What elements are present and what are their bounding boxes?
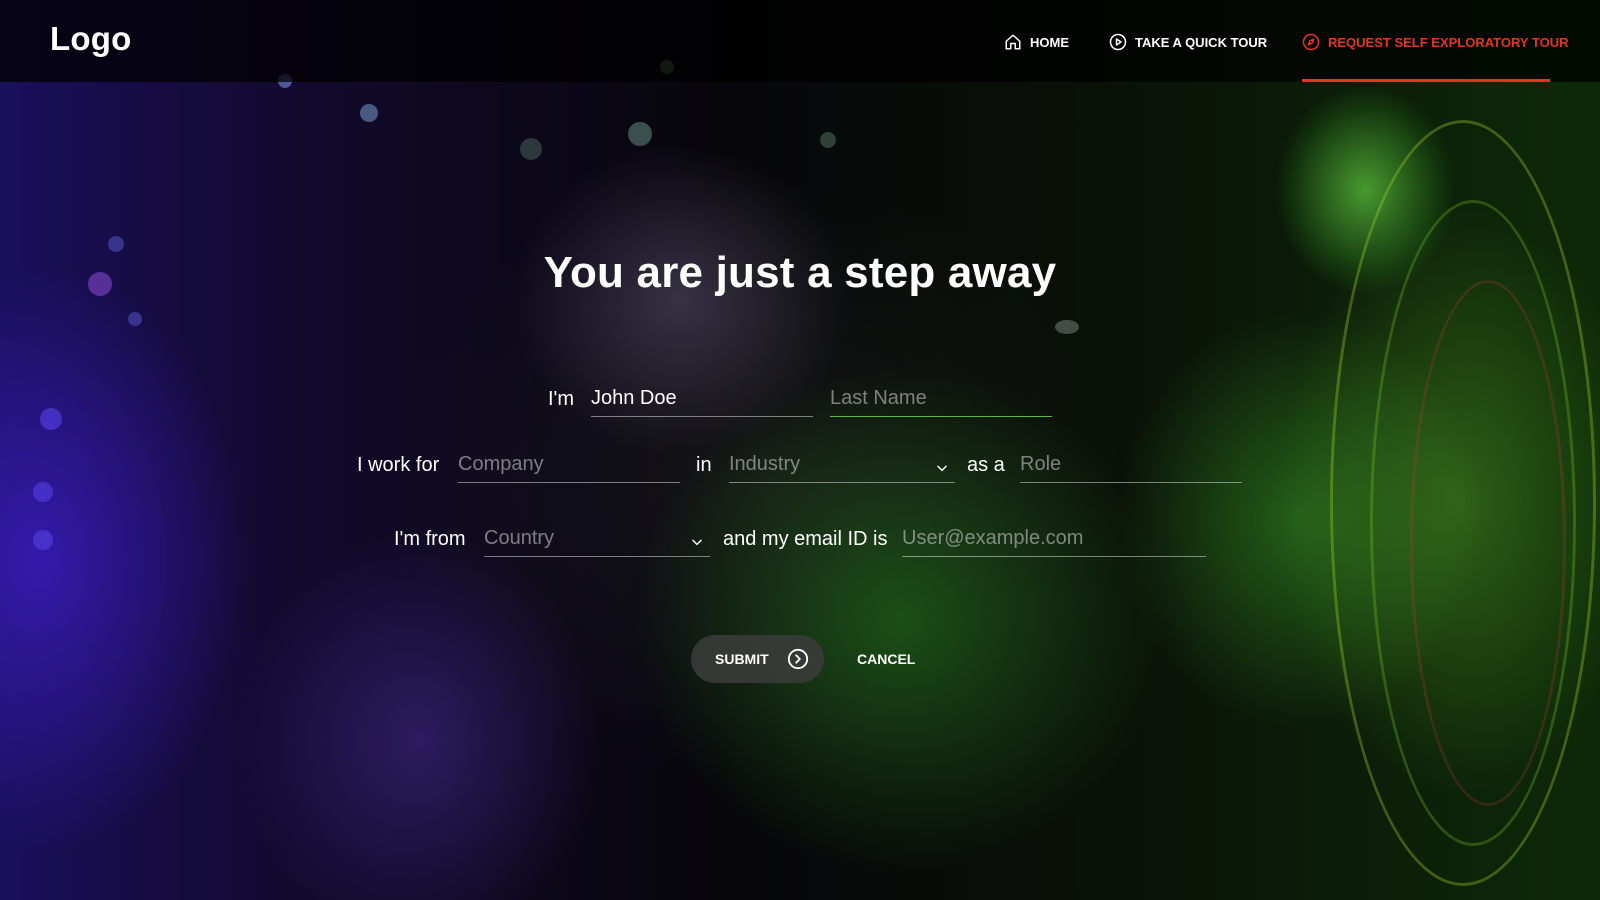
role-prefix-label: as a [967,454,1005,476]
compass-icon [1302,33,1320,51]
country-placeholder: Country [484,527,555,549]
play-circle-icon [1109,33,1127,51]
industry-placeholder: Industry [729,453,801,475]
active-nav-indicator [1302,79,1550,82]
industry-prefix-label: in [696,454,712,476]
nav-item-label: HOME [1030,34,1069,50]
company-placeholder: Company [458,453,544,475]
submit-button[interactable]: SUBMIT [691,635,824,683]
hero-background-image [0,0,1600,900]
nav-item-quick-tour[interactable]: TAKE A QUICK TOUR [1109,31,1267,53]
nav-item-label: TAKE A QUICK TOUR [1135,34,1268,50]
home-icon [1005,34,1021,50]
company-field[interactable]: Company [458,452,680,483]
nav-item-home[interactable]: HOME [1004,31,1069,53]
role-field[interactable]: Role [1020,452,1242,483]
country-select[interactable]: Country [484,526,710,557]
nav-item-label: REQUEST SELF EXPLORATORY TOUR [1328,34,1569,50]
role-placeholder: Role [1020,453,1062,475]
last-name-field[interactable]: Last Name [830,386,1052,417]
work-prefix-label: I work for [357,454,440,476]
email-placeholder: User@example.com [902,527,1084,549]
chevron-down-icon [937,465,947,472]
last-name-placeholder: Last Name [830,387,927,409]
nav-item-request-tour[interactable]: REQUEST SELF EXPLORATORY TOUR [1302,31,1569,53]
page-title: You are just a step away [543,248,1057,297]
chevron-down-icon [692,539,702,546]
from-prefix-label: I'm from [394,528,466,550]
industry-select[interactable]: Industry [729,452,955,483]
top-navbar: Logo HOME TAKE A QUICK TOUR REQUEST SELF… [0,0,1600,82]
first-name-field[interactable]: John Doe [591,386,813,417]
name-prefix-label: I'm [548,388,575,410]
first-name-value: John Doe [591,387,677,409]
arrow-right-circle-icon [787,648,809,670]
cancel-button[interactable]: CANCEL [857,651,915,667]
email-prefix-label: and my email ID is [723,528,888,550]
email-field[interactable]: User@example.com [902,526,1206,557]
logo[interactable]: Logo [50,20,131,58]
submit-button-label: SUBMIT [715,651,769,667]
